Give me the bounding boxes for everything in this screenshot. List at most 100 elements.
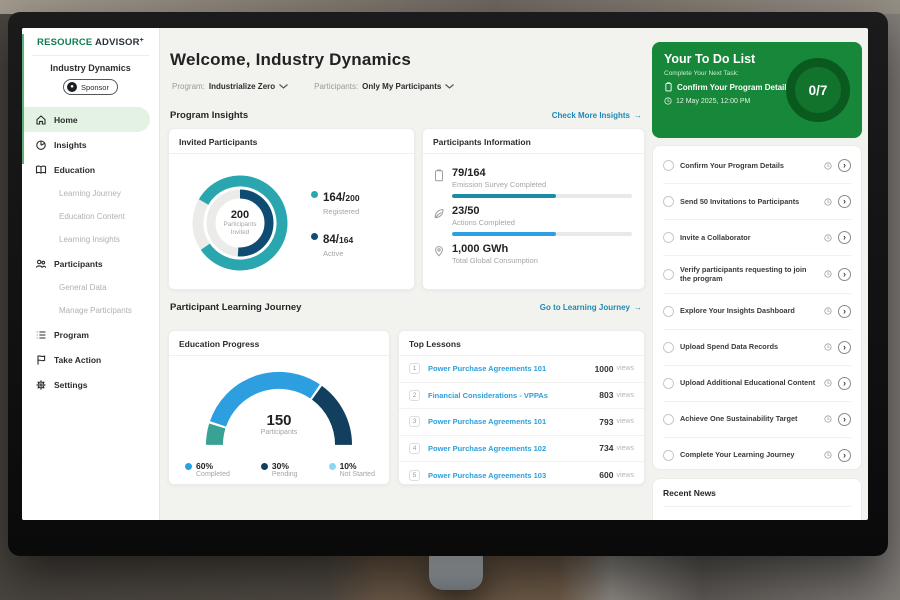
participants-label: Participants: <box>314 82 358 91</box>
sidebar-item-take-action[interactable]: Take Action <box>22 347 159 372</box>
todo-item: Invite a Collaborator › <box>663 220 851 256</box>
insights-icon <box>35 139 47 151</box>
todo-go-button[interactable]: › <box>838 413 851 426</box>
check-more-insights-link[interactable]: Check More Insights → <box>552 111 642 120</box>
lesson-views: 600 <box>599 470 613 480</box>
todo-go-button[interactable]: › <box>838 377 851 390</box>
legend-dot <box>311 233 318 240</box>
lesson-views: 803 <box>599 390 613 400</box>
todo-go-button[interactable]: › <box>838 231 851 244</box>
top-lessons-card: Top Lessons 1 Power Purchase Agreements … <box>398 330 645 485</box>
legend-registered: 164/200 Registered <box>311 188 360 216</box>
sidebar-item-education-content[interactable]: Education Content <box>22 205 159 228</box>
todo-progress-value: 0/7 <box>809 83 828 98</box>
recent-news-card: Recent News <box>652 478 862 520</box>
program-dropdown[interactable]: Program: Industrialize Zero <box>172 82 288 91</box>
legend-label: Completed <box>196 471 230 478</box>
card-title: Education Progress <box>169 331 389 356</box>
lesson-rank: 1 <box>409 363 420 374</box>
todo-checkbox[interactable] <box>663 306 674 317</box>
todo-checkbox[interactable] <box>663 196 674 207</box>
participants-dropdown[interactable]: Participants: Only My Participants <box>314 82 454 91</box>
sidebar-item-manage-participants[interactable]: Manage Participants <box>22 299 159 322</box>
sponsor-badge[interactable]: ● Sponsor <box>63 79 118 95</box>
sidebar-item-program[interactable]: Program <box>22 322 159 347</box>
card-title: Top Lessons <box>399 331 644 356</box>
progress-fill <box>452 232 556 236</box>
sidebar-item-general-data[interactable]: General Data <box>22 276 159 299</box>
dashboard-screen: RESOURCE ADVISOR+ Industry Dynamics ● Sp… <box>22 28 868 520</box>
todo-checkbox[interactable] <box>663 450 674 461</box>
clock-icon <box>664 97 672 105</box>
program-insights-header: Program Insights Check More Insights → <box>170 110 642 121</box>
todo-label: Achieve One Sustainability Target <box>680 414 818 424</box>
lesson-link[interactable]: Power Purchase Agreements 103 <box>428 471 599 480</box>
legend-not-started: 10%Not Started <box>329 461 375 478</box>
progress-track <box>452 232 632 236</box>
todo-checkbox[interactable] <box>663 160 674 171</box>
link-label: Go to Learning Journey <box>540 303 630 312</box>
invited-participants-donut-chart: 200 Participants Invited <box>179 162 301 284</box>
lesson-link[interactable]: Power Purchase Agreements 101 <box>428 417 599 426</box>
todo-checkbox[interactable] <box>663 342 674 353</box>
card-title: Invited Participants <box>169 129 414 154</box>
education-progress-card: Education Progress 150 Participants <box>168 330 390 485</box>
todo-label: Explore Your Insights Dashboard <box>680 306 818 316</box>
sidebar-item-learning-journey[interactable]: Learning Journey <box>22 182 159 205</box>
clock-icon <box>824 193 832 211</box>
sidebar-item-education[interactable]: Education <box>22 157 159 182</box>
lesson-link[interactable]: Power Purchase Agreements 102 <box>428 444 599 453</box>
todo-go-button[interactable]: › <box>838 268 851 281</box>
todo-item: Complete Your Learning Journey › <box>663 438 851 473</box>
go-to-learning-journey-link[interactable]: Go to Learning Journey → <box>540 303 642 312</box>
todo-label: Upload Additional Educational Content <box>680 378 818 388</box>
lesson-rank: 3 <box>409 416 420 427</box>
progress-track <box>452 194 632 198</box>
monitor-bezel: RESOURCE ADVISOR+ Industry Dynamics ● Sp… <box>8 12 888 556</box>
todo-go-button[interactable]: › <box>838 159 851 172</box>
sidebar-item-home[interactable]: Home <box>22 107 150 132</box>
todo-go-button[interactable]: › <box>838 341 851 354</box>
org-name: Industry Dynamics <box>22 63 159 73</box>
info-value: 1,000 GWh <box>452 243 632 255</box>
todo-go-button[interactable]: › <box>838 195 851 208</box>
todo-item: Achieve One Sustainability Target › <box>663 402 851 438</box>
todo-checkbox[interactable] <box>663 269 674 280</box>
leaf-icon <box>433 205 445 236</box>
home-icon <box>35 114 47 126</box>
sidebar-item-insights[interactable]: Insights <box>22 132 159 157</box>
clock-icon <box>824 302 832 320</box>
sidebar-item-label: Program <box>54 330 89 340</box>
flag-icon <box>35 354 47 366</box>
sidebar-nav: Home Insights Education Learning Journey… <box>22 107 159 397</box>
lesson-views: 734 <box>599 443 613 453</box>
logo-advisor: ADVISOR <box>95 37 140 48</box>
todo-checkbox[interactable] <box>663 232 674 243</box>
lesson-row: 1 Power Purchase Agreements 101 1000 vie… <box>399 356 644 383</box>
sidebar-item-settings[interactable]: Settings <box>22 372 159 397</box>
todo-checkbox[interactable] <box>663 378 674 389</box>
legend-value: 164/ <box>323 192 345 204</box>
legend-value: 84/ <box>323 234 339 246</box>
sidebar-item-learning-insights[interactable]: Learning Insights <box>22 228 159 251</box>
clock-icon <box>824 157 832 175</box>
section-title: Program Insights <box>170 110 248 121</box>
todo-checkbox[interactable] <box>663 414 674 425</box>
sidebar-item-label: General Data <box>59 283 107 292</box>
book-icon <box>35 164 47 176</box>
sidebar-item-label: Home <box>54 115 78 125</box>
invited-participants-card: Invited Participants 200 Partic <box>168 128 415 290</box>
legend-dot <box>311 191 318 198</box>
program-value: Industrialize Zero <box>209 82 275 91</box>
page-title: Welcome, Industry Dynamics <box>170 50 411 70</box>
lesson-link[interactable]: Power Purchase Agreements 101 <box>428 364 595 373</box>
lesson-row: 4 Power Purchase Agreements 102 734 view… <box>399 436 644 463</box>
todo-go-button[interactable]: › <box>838 449 851 462</box>
todo-go-button[interactable]: › <box>838 305 851 318</box>
todo-label: Complete Your Learning Journey <box>680 450 818 460</box>
arrow-right-icon: → <box>634 303 642 312</box>
main-content: Welcome, Industry Dynamics Program: Indu… <box>160 28 648 520</box>
sidebar-item-participants[interactable]: Participants <box>22 251 159 276</box>
lesson-rank: 4 <box>409 443 420 454</box>
lesson-link[interactable]: Financial Considerations - VPPAs <box>428 391 599 400</box>
